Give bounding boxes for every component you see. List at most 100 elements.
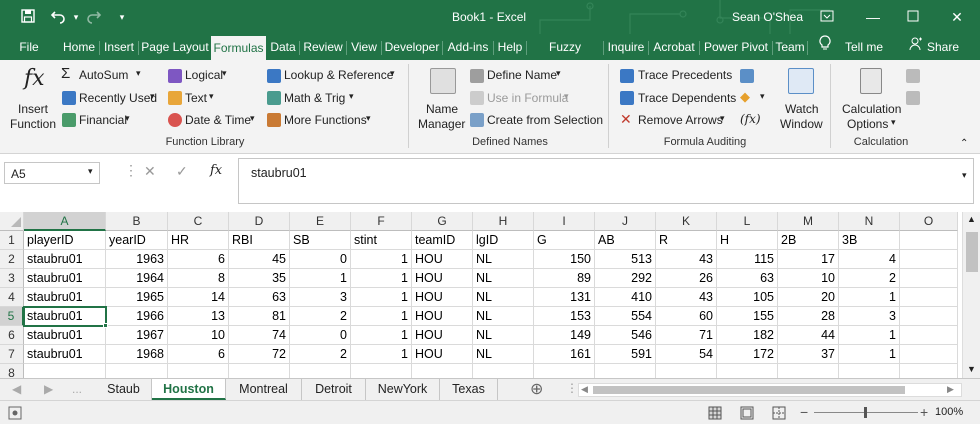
cell-a5[interactable]: staubru01 xyxy=(24,307,106,326)
cell-o1[interactable] xyxy=(900,231,958,250)
cell-n2[interactable]: 4 xyxy=(839,250,900,269)
sheet-tab-staub[interactable]: Staub xyxy=(96,379,152,400)
cell-b2[interactable]: 1963 xyxy=(106,250,168,269)
cell-g3[interactable]: HOU xyxy=(412,269,473,288)
name-box-dropdown-icon[interactable]: ▾ xyxy=(88,166,93,177)
lookup-reference-dropdown-icon[interactable]: ▾ xyxy=(390,68,395,79)
worksheet-grid[interactable]: A B C D E F G H I J K L M N O 1 playerID yearID HR RBI SB sti… xyxy=(0,212,962,378)
cell-n1[interactable]: 3B xyxy=(839,231,900,250)
cell-f4[interactable]: 1 xyxy=(351,288,412,307)
cell-h7[interactable]: NL xyxy=(473,345,534,364)
watch-window-label-1[interactable]: Watch xyxy=(785,102,819,116)
autosum-icon[interactable]: Σ xyxy=(61,66,70,81)
calculate-sheet-icon[interactable] xyxy=(906,91,920,105)
cell-j4[interactable]: 410 xyxy=(595,288,656,307)
undo-icon[interactable] xyxy=(48,8,68,26)
select-all-icon[interactable] xyxy=(10,216,22,228)
expand-formula-bar-icon[interactable]: ▾ xyxy=(962,170,967,181)
cell-f8[interactable] xyxy=(351,364,412,378)
cell-n5[interactable]: 3 xyxy=(839,307,900,326)
cell-h8[interactable] xyxy=(473,364,534,378)
cell-e8[interactable] xyxy=(290,364,351,378)
cell-l8[interactable] xyxy=(717,364,778,378)
cell-m4[interactable]: 20 xyxy=(778,288,839,307)
column-header-c[interactable]: C xyxy=(168,212,229,231)
autosum-dropdown-icon[interactable]: ▾ xyxy=(136,68,141,79)
cell-m6[interactable]: 44 xyxy=(778,326,839,345)
column-header-f[interactable]: F xyxy=(351,212,412,231)
column-header-i[interactable]: I xyxy=(534,212,595,231)
cell-i4[interactable]: 131 xyxy=(534,288,595,307)
recently-used-icon[interactable] xyxy=(62,91,76,105)
cell-k4[interactable]: 43 xyxy=(656,288,717,307)
column-header-h[interactable]: H xyxy=(473,212,534,231)
cell-i1[interactable]: G xyxy=(534,231,595,250)
scroll-right-icon[interactable]: ▶ xyxy=(947,384,954,395)
cell-j3[interactable]: 292 xyxy=(595,269,656,288)
cell-f6[interactable]: 1 xyxy=(351,326,412,345)
text-button[interactable]: Text xyxy=(185,91,207,105)
cell-i2[interactable]: 150 xyxy=(534,250,595,269)
more-functions-button[interactable]: More Functions xyxy=(284,113,367,127)
cell-h4[interactable]: NL xyxy=(473,288,534,307)
tab-file[interactable]: File xyxy=(14,34,44,60)
remove-arrows-button[interactable]: Remove Arrows xyxy=(638,113,723,127)
column-header-l[interactable]: L xyxy=(717,212,778,231)
cell-c2[interactable]: 6 xyxy=(168,250,229,269)
cell-d2[interactable]: 45 xyxy=(229,250,290,269)
tab-data[interactable]: Data xyxy=(268,34,298,60)
cell-e2[interactable]: 0 xyxy=(290,250,351,269)
cell-j8[interactable] xyxy=(595,364,656,378)
cell-e7[interactable]: 2 xyxy=(290,345,351,364)
cell-o5[interactable] xyxy=(900,307,958,326)
cell-o4[interactable] xyxy=(900,288,958,307)
cell-l1[interactable]: H xyxy=(717,231,778,250)
cell-o2[interactable] xyxy=(900,250,958,269)
cell-j5[interactable]: 554 xyxy=(595,307,656,326)
cell-n3[interactable]: 2 xyxy=(839,269,900,288)
share-button[interactable]: Share xyxy=(926,34,960,60)
financial-dropdown-icon[interactable]: ▾ xyxy=(125,113,130,124)
cell-f7[interactable]: 1 xyxy=(351,345,412,364)
date-time-icon[interactable] xyxy=(168,113,182,127)
cancel-entry-icon[interactable]: ✕ xyxy=(144,163,156,180)
tab-add-ins[interactable]: Add-ins xyxy=(444,34,492,60)
trace-dependents-icon[interactable] xyxy=(620,91,634,105)
cell-n6[interactable]: 1 xyxy=(839,326,900,345)
cell-n8[interactable] xyxy=(839,364,900,378)
cell-d6[interactable]: 74 xyxy=(229,326,290,345)
insert-function-label-2[interactable]: Function xyxy=(10,117,56,131)
cell-m5[interactable]: 28 xyxy=(778,307,839,326)
cell-j2[interactable]: 513 xyxy=(595,250,656,269)
tab-team[interactable]: Team xyxy=(774,34,806,60)
cell-c1[interactable]: HR xyxy=(168,231,229,250)
error-checking-icon[interactable]: ◆ xyxy=(740,90,750,104)
financial-icon[interactable] xyxy=(62,113,76,127)
watch-window-icon[interactable] xyxy=(788,68,814,94)
save-icon[interactable] xyxy=(18,8,38,26)
cell-k6[interactable]: 71 xyxy=(656,326,717,345)
cell-e5[interactable]: 2 xyxy=(290,307,351,326)
sheet-tab-houston[interactable]: Houston xyxy=(152,379,226,400)
sheet-tab-texas[interactable]: Texas xyxy=(440,379,498,400)
tab-insert[interactable]: Insert xyxy=(101,34,137,60)
cell-g6[interactable]: HOU xyxy=(412,326,473,345)
scroll-left-icon[interactable]: ◀ xyxy=(581,384,588,395)
remove-arrows-icon[interactable]: ✕ xyxy=(620,112,632,126)
user-name[interactable]: Sean O'Shea xyxy=(732,0,803,34)
maximize-button[interactable] xyxy=(890,0,936,34)
cell-i3[interactable]: 89 xyxy=(534,269,595,288)
sheet-tab-newyork[interactable]: NewYork xyxy=(366,379,440,400)
cell-f3[interactable]: 1 xyxy=(351,269,412,288)
page-layout-view-icon[interactable] xyxy=(740,406,754,420)
cell-k7[interactable]: 54 xyxy=(656,345,717,364)
calculate-now-icon[interactable] xyxy=(906,69,920,83)
cell-c8[interactable] xyxy=(168,364,229,378)
zoom-out-icon[interactable]: − xyxy=(800,404,808,420)
tab-developer[interactable]: Developer xyxy=(383,34,441,60)
cell-g7[interactable]: HOU xyxy=(412,345,473,364)
tab-page-layout[interactable]: Page Layout xyxy=(140,34,210,60)
cell-d4[interactable]: 63 xyxy=(229,288,290,307)
cell-a4[interactable]: staubru01 xyxy=(24,288,106,307)
trace-precedents-button[interactable]: Trace Precedents xyxy=(638,68,732,82)
